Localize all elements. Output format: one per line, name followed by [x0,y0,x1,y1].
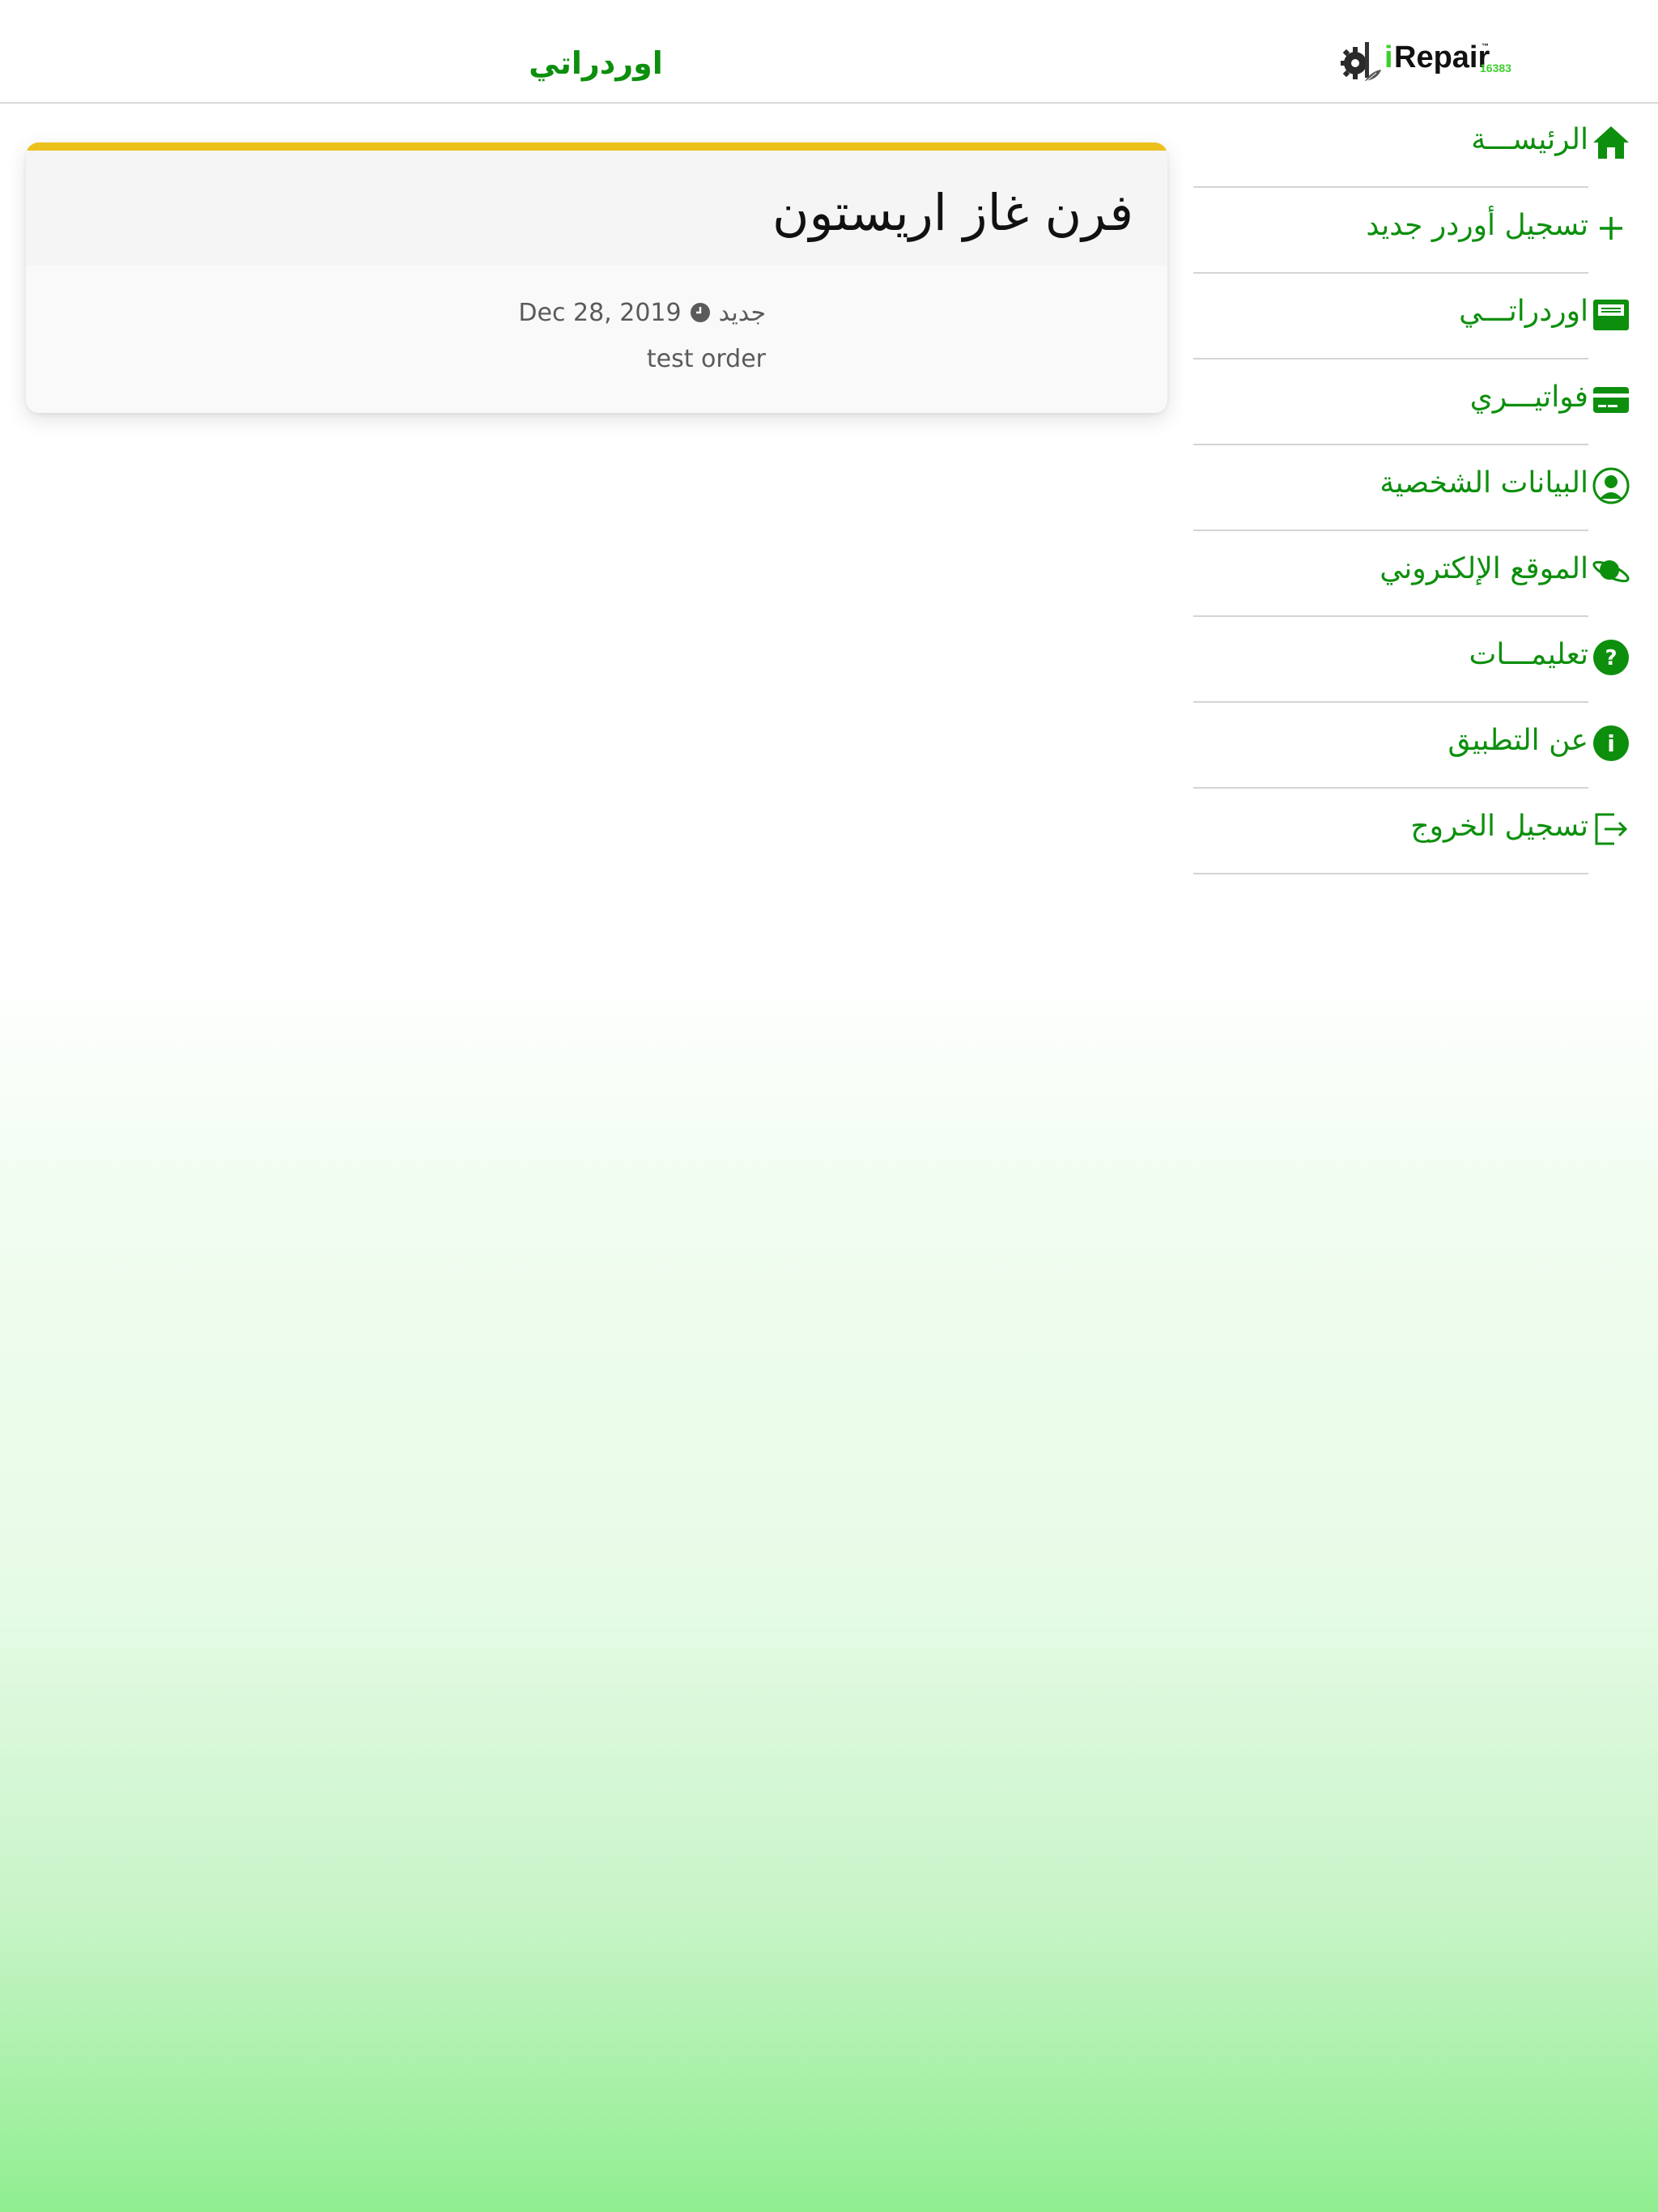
logout-icon [1595,813,1628,845]
order-card[interactable]: فرن غاز اريستون Dec 28, 2019 جديد test o… [26,143,1167,413]
menu-item-about[interactable]: i عن التطبيق [1193,703,1629,789]
menu-item-website[interactable]: الموقع الإلكتروني [1193,531,1630,617]
page-title: اوردراتي [529,45,663,81]
menu-item-help[interactable]: ? تعليمـــات [1193,617,1629,703]
menu-item-new-order[interactable]: تسجيل أوردر جديد [1193,188,1622,274]
order-title: فرن غاز اريستون [772,183,1133,242]
menu-label-website: الموقع الإلكتروني [1380,552,1588,585]
order-description: test order [646,345,766,373]
logo-brand-name: Repair [1394,40,1490,74]
info-icon: i [1593,725,1629,761]
menu-item-logout[interactable]: تسجيل الخروج [1193,789,1628,874]
inbox-icon [1593,300,1629,330]
app-header: اوردراتي i Repair ™ 16383 [0,0,1658,104]
user-icon [1592,467,1630,504]
plus-icon [1600,217,1622,240]
clock-icon [690,303,710,322]
logo-number: 16383 [1480,62,1511,74]
menu-label-help: تعليمـــات [1469,638,1588,671]
menu-label-about: عن التطبيق [1448,724,1588,757]
menu-label-my-orders: اوردراتـــي [1459,295,1588,328]
menu-label-profile: البيانات الشخصية [1380,466,1588,500]
svg-text:?: ? [1605,646,1617,670]
gear-logo-icon [1341,42,1381,82]
menu-item-my-orders[interactable]: اوردراتـــي [1193,274,1629,359]
logo-trademark: ™ [1482,42,1489,50]
home-icon [1593,126,1629,159]
menu-item-profile[interactable]: البيانات الشخصية [1193,445,1630,531]
menu-item-home[interactable]: الرئيســـة [1193,102,1629,188]
menu-item-invoices[interactable]: فواتيـــري [1193,359,1629,445]
card-accent-bar [26,143,1167,151]
irepair-logo[interactable]: i Repair ™ 16383 [1337,37,1516,86]
planet-icon [1592,560,1630,583]
credit-card-icon [1593,387,1629,413]
order-date: Dec 28, 2019 [518,298,682,327]
card-header: فرن غاز اريستون [26,151,1167,266]
order-status: جديد [718,298,766,327]
menu-label-invoices: فواتيـــري [1469,381,1588,414]
menu-label-new-order: تسجيل أوردر جديد [1366,209,1588,242]
order-meta: Dec 28, 2019 جديد [518,295,766,330]
question-icon: ? [1593,640,1629,675]
logo-prefix: i [1384,40,1393,74]
side-menu: الرئيســـة تسجيل أوردر جديد اوردراتـــي … [1193,102,1630,874]
svg-text:i: i [1607,730,1615,757]
menu-label-logout: تسجيل الخروج [1410,810,1588,843]
menu-label-home: الرئيســـة [1471,123,1588,156]
